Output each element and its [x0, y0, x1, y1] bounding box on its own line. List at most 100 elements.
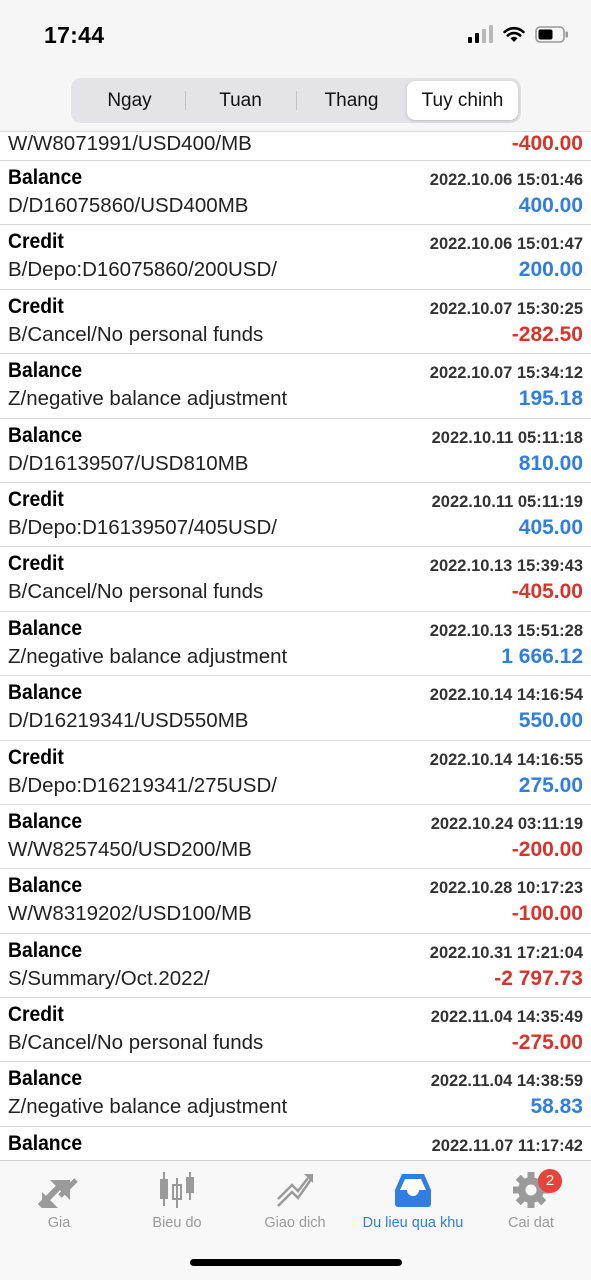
tab-history[interactable]: Du lieu qua khu: [354, 1169, 472, 1239]
list-item[interactable]: Balance 2022.11.07 11:17:42: [0, 1127, 591, 1160]
item-date: 2022.10.11 05:11:18: [431, 428, 583, 447]
item-type: Balance: [8, 681, 83, 705]
item-type: Credit: [8, 745, 64, 769]
list-item[interactable]: Balance 2022.10.28 10:17:23 W/W8319202/USD…: [0, 869, 591, 934]
item-amount: 400.00: [518, 194, 583, 217]
list-item[interactable]: Credit 2022.10.11 05:11:19 B/Depo:D1613950…: [0, 483, 591, 548]
item-amount: -400.00: [511, 132, 583, 155]
item-amount: 275.00: [518, 773, 583, 797]
item-comment: Z/negative balance adjustment: [8, 387, 288, 411]
arrows-icon: [0, 1169, 118, 1211]
list-item[interactable]: Credit 2022.10.07 15:30:25 B/Cancel/No per…: [0, 290, 591, 355]
item-amount: -282.50: [511, 322, 583, 346]
list-item[interactable]: Balance 2022.11.04 14:38:59 Z/negative bal…: [0, 1062, 591, 1127]
item-amount: 550.00: [518, 709, 583, 733]
item-amount: 200.00: [518, 258, 583, 282]
item-date: 2022.10.11 05:11:19: [431, 492, 583, 511]
item-amount: 810.00: [518, 451, 583, 475]
list-item[interactable]: Balance 2022.10.31 17:21:04 S/Summary/Oct.…: [0, 934, 591, 999]
item-amount: -2 797.73: [494, 966, 583, 990]
list-item[interactable]: Credit 2022.11.04 14:35:49 B/Cancel/No per…: [0, 998, 591, 1063]
item-date: 2022.10.14 14:16:54: [429, 686, 583, 705]
item-comment: W/W8071991/USD400/MB: [8, 132, 252, 155]
item-amount: 58.83: [530, 1095, 583, 1119]
item-amount: -405.00: [511, 580, 583, 604]
list-item[interactable]: Balance 2022.10.24 03:11:19 W/W8257450/USD…: [0, 805, 591, 870]
item-date: 2022.10.06 15:01:46: [429, 171, 583, 189]
item-comment: D/D16075860/USD400MB: [8, 194, 249, 217]
list-item[interactable]: Credit 2022.10.13 15:39:43 B/Cancel/No per…: [0, 547, 591, 612]
item-date: 2022.10.07 15:34:12: [429, 364, 583, 383]
item-date: 2022.11.07 11:17:42: [431, 1136, 583, 1155]
list-item[interactable]: Balance 2022.10.06 15:01:46 D/D16075860/US…: [0, 161, 591, 226]
item-comment: Z/negative balance adjustment: [8, 1095, 288, 1119]
item-type: Balance: [8, 809, 83, 833]
item-comment: D/D16219341/USD550MB: [8, 709, 249, 733]
list-item[interactable]: Balance 2022.10.14 14:16:54 D/D16219341/US…: [0, 676, 591, 741]
list-item[interactable]: Balance 2022.10.13 15:51:28 Z/negative bal…: [0, 612, 591, 677]
item-comment: B/Depo:D16075860/200USD/: [8, 258, 277, 282]
item-date: 2022.10.31 17:21:04: [429, 943, 583, 962]
tab-label: Giao dich: [264, 1215, 326, 1231]
item-comment: B/Cancel/No personal funds: [8, 580, 264, 604]
item-amount: -275.00: [511, 1031, 583, 1055]
list-item[interactable]: Credit 2022.10.06 15:01:47 B/Depo:D1607586…: [0, 225, 591, 290]
item-date: 2022.10.24 03:11:19: [430, 814, 583, 833]
status-bar: 17:44: [0, 0, 591, 72]
item-amount: 195.18: [518, 387, 583, 411]
segment-custom[interactable]: Tuy chinh: [407, 81, 518, 120]
wifi-icon: [503, 26, 525, 42]
list-item[interactable]: Credit 2022.10.14 14:16:55 B/Depo:D1621934…: [0, 741, 591, 805]
item-comment: D/D16139507/USD810MB: [8, 451, 249, 475]
trend-icon: [236, 1169, 354, 1211]
candlestick-icon: [118, 1169, 236, 1211]
item-amount: 405.00: [518, 515, 583, 539]
item-amount: -100.00: [511, 902, 583, 926]
segment-day[interactable]: Ngay: [74, 81, 185, 120]
item-date: 2022.11.04 14:35:49: [430, 1008, 583, 1027]
item-amount: 1 666.12: [501, 644, 583, 668]
battery-icon: [535, 25, 568, 43]
tab-chart[interactable]: Bieu do: [118, 1169, 236, 1239]
item-comment: Z/negative balance adjustment: [8, 644, 288, 668]
item-date: 2022.11.04 14:38:59: [430, 1072, 583, 1091]
item-comment: B/Cancel/No personal funds: [8, 322, 264, 346]
segment-week[interactable]: Tuan: [185, 81, 296, 120]
item-comment: W/W8257450/USD200/MB: [8, 837, 252, 861]
item-type: Balance: [8, 616, 83, 640]
tab-prices[interactable]: Gia: [0, 1169, 118, 1239]
item-type: Balance: [8, 938, 83, 962]
tab-settings[interactable]: 2 Cai dat: [472, 1169, 590, 1239]
item-date: 2022.10.06 15:01:47: [429, 235, 583, 254]
item-date: 2022.10.07 15:30:25: [429, 299, 583, 318]
item-type: Credit: [8, 294, 64, 318]
item-comment: W/W8319202/USD100/MB: [8, 902, 252, 926]
item-amount: -200.00: [511, 837, 583, 861]
list-item[interactable]: Balance 2022.10.07 15:34:12 Z/negative bal…: [0, 354, 591, 419]
item-type: Credit: [8, 230, 64, 254]
list-item[interactable]: W/W8071991/USD400/MB -400.00: [0, 132, 591, 161]
item-date: 2022.10.13 15:39:43: [429, 557, 583, 576]
list-item[interactable]: Balance 2022.10.11 05:11:18 D/D16139507/US…: [0, 419, 591, 483]
tab-label: Bieu do: [152, 1215, 202, 1231]
status-icons: [468, 25, 569, 43]
item-type: Balance: [8, 166, 83, 189]
gear-icon: [472, 1169, 590, 1211]
history-list[interactable]: W/W8071991/USD400/MB -400.00 Balance 2022…: [0, 132, 591, 1160]
item-type: Balance: [8, 874, 83, 898]
notification-badge: 2: [538, 1169, 562, 1193]
item-comment: S/Summary/Oct.2022/: [8, 966, 210, 990]
item-type: Credit: [8, 1003, 64, 1027]
tab-label: Gia: [47, 1215, 71, 1231]
period-segmented-control: Ngay Tuan Thang Tuy chinh: [71, 78, 521, 123]
inbox-icon: [354, 1169, 472, 1211]
item-date: 2022.10.13 15:51:28: [429, 621, 583, 640]
item-type: Balance: [8, 423, 83, 447]
tab-label: Du lieu qua khu: [362, 1215, 464, 1231]
item-type: Credit: [8, 487, 64, 511]
item-comment: B/Cancel/No personal funds: [8, 1031, 264, 1055]
tab-trade[interactable]: Giao dich: [236, 1169, 354, 1239]
home-indicator: [190, 1259, 402, 1266]
segment-month[interactable]: Thang: [296, 81, 407, 120]
tab-label: Cai dat: [508, 1215, 554, 1231]
